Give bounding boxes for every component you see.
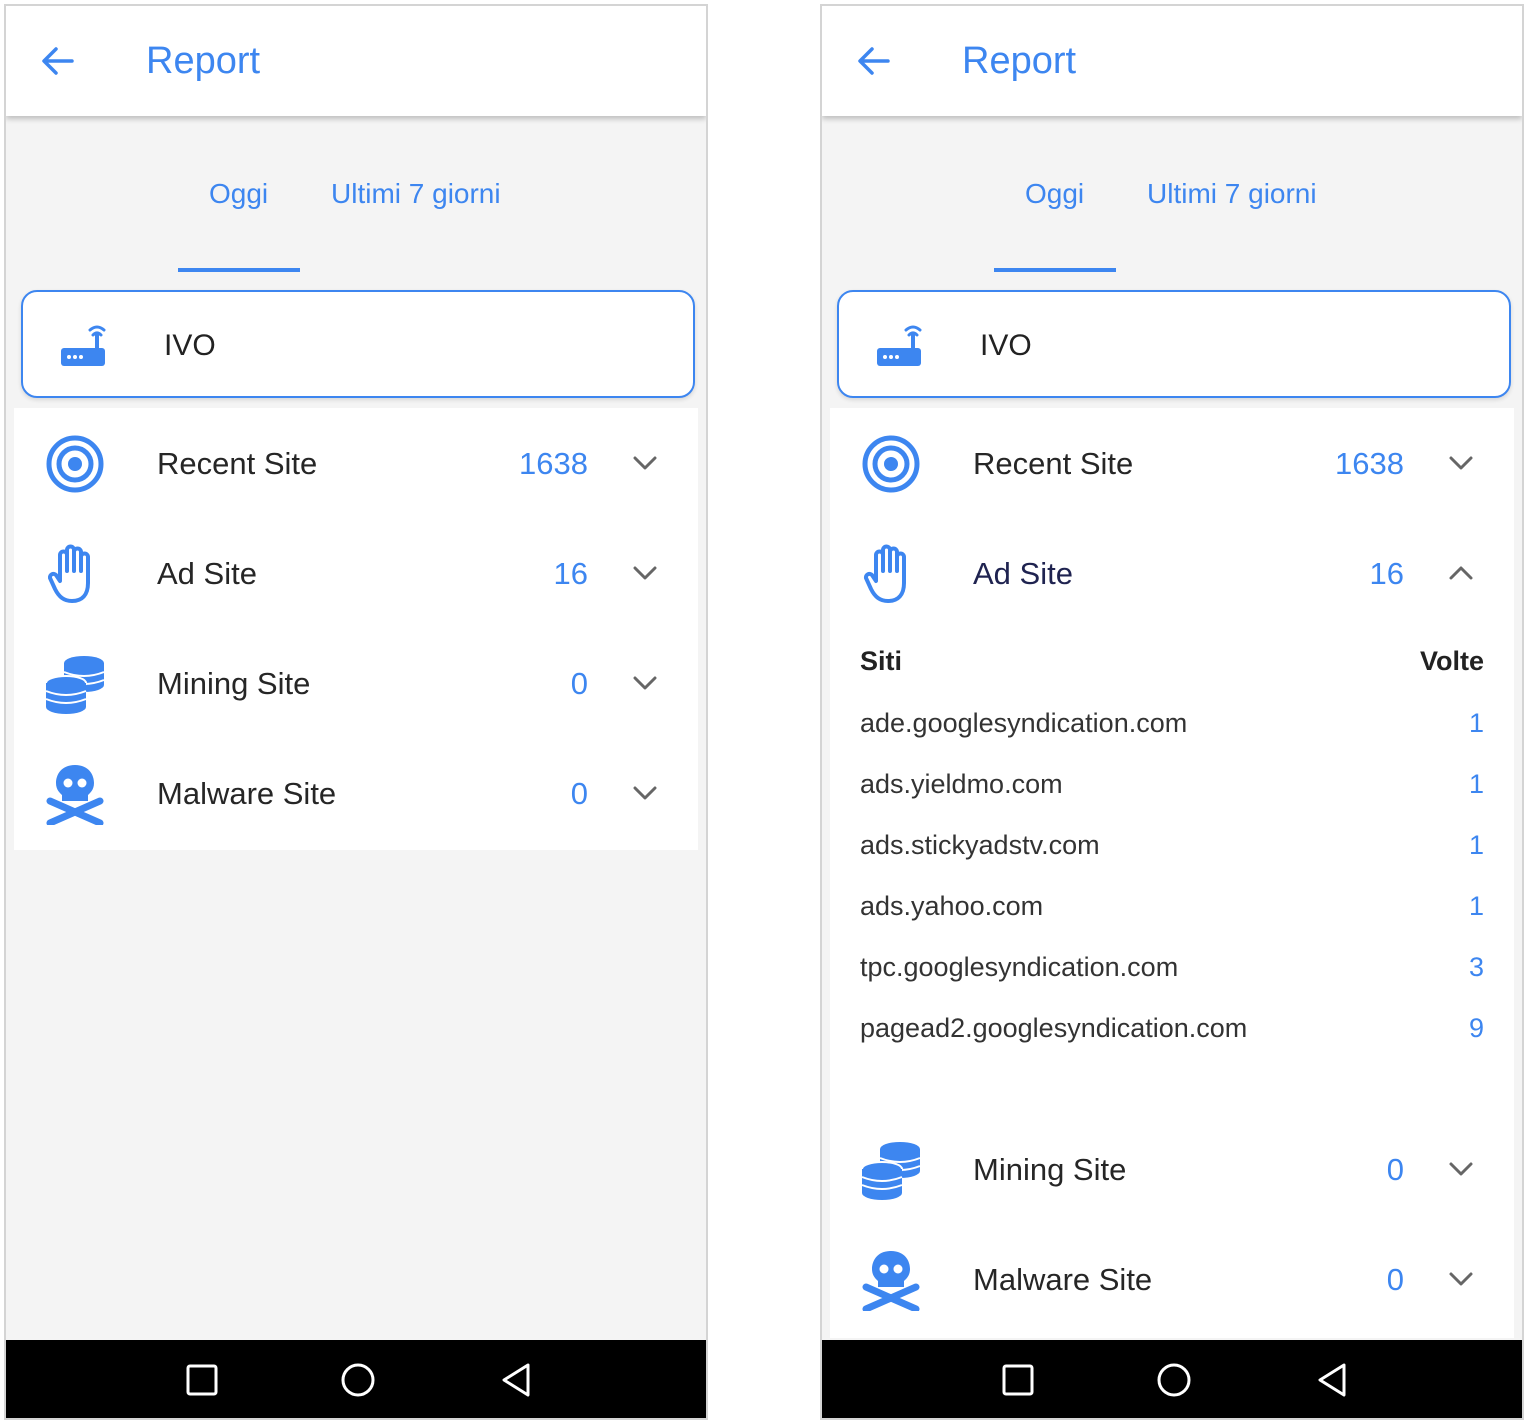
device-name: IVO bbox=[980, 329, 1032, 362]
skull-icon bbox=[46, 765, 104, 825]
chevron-down-icon[interactable] bbox=[1448, 452, 1474, 474]
device-name: IVO bbox=[164, 329, 216, 362]
hand-icon bbox=[48, 544, 90, 603]
tab-indicator bbox=[994, 268, 1116, 272]
category-row-mining-site[interactable]: Mining Site 0 bbox=[14, 628, 698, 738]
site-row: ads.yieldmo.com 1 bbox=[860, 769, 1484, 809]
ad-site-detail: Siti Volte ade.googlesyndication.com 1 a… bbox=[830, 628, 1514, 1114]
category-label: Malware Site bbox=[157, 776, 337, 811]
recents-square-icon[interactable] bbox=[184, 1362, 220, 1398]
back-triangle-icon[interactable] bbox=[1314, 1362, 1350, 1398]
category-list: Recent Site 1638 Ad Site 16 Siti Volte a… bbox=[830, 408, 1514, 1338]
tab-bar: Oggi Ultimi 7 giorni bbox=[6, 116, 706, 276]
category-count: 0 bbox=[570, 666, 588, 701]
target-icon bbox=[46, 435, 104, 493]
category-count: 1638 bbox=[1335, 446, 1404, 481]
recents-square-icon[interactable] bbox=[1000, 1362, 1036, 1398]
coins-icon bbox=[861, 1142, 921, 1200]
phone-screen-left: Report Oggi Ultimi 7 giorni IVO Recent S… bbox=[4, 4, 708, 1420]
skull-icon bbox=[862, 1251, 920, 1311]
chevron-down-icon[interactable] bbox=[632, 672, 658, 694]
category-label: Ad Site bbox=[157, 556, 257, 591]
tab-oggi[interactable]: Oggi bbox=[1025, 178, 1084, 210]
category-list: Recent Site 1638 Ad Site 16 Mining Site … bbox=[14, 408, 698, 850]
device-card[interactable]: IVO bbox=[21, 290, 695, 398]
category-row-mining-site[interactable]: Mining Site 0 bbox=[830, 1114, 1514, 1224]
router-icon bbox=[877, 325, 922, 366]
column-header-sites: Siti bbox=[860, 646, 903, 676]
site-count: 9 bbox=[1468, 1013, 1484, 1043]
chevron-up-icon[interactable] bbox=[1448, 562, 1474, 584]
tab-indicator bbox=[178, 268, 300, 272]
category-count: 16 bbox=[553, 556, 588, 591]
category-count: 1638 bbox=[519, 446, 588, 481]
category-row-ad-site[interactable]: Ad Site 16 bbox=[14, 518, 698, 628]
site-count: 3 bbox=[1468, 952, 1484, 982]
category-label: Recent Site bbox=[157, 446, 318, 481]
category-count: 0 bbox=[1386, 1152, 1404, 1187]
category-label: Mining Site bbox=[973, 1152, 1127, 1187]
site-count: 1 bbox=[1468, 830, 1484, 860]
tab-ultimi-7-giorni[interactable]: Ultimi 7 giorni bbox=[331, 178, 501, 210]
chevron-down-icon[interactable] bbox=[1448, 1268, 1474, 1290]
category-count: 16 bbox=[1369, 556, 1404, 591]
arrow-left-icon[interactable] bbox=[852, 39, 896, 83]
phone-screen-right: Report Oggi Ultimi 7 giorni IVO Recent S… bbox=[820, 4, 1524, 1420]
chevron-down-icon[interactable] bbox=[632, 562, 658, 584]
site-count: 1 bbox=[1468, 769, 1484, 799]
chevron-down-icon[interactable] bbox=[632, 452, 658, 474]
category-count: 0 bbox=[1386, 1262, 1404, 1297]
category-row-ad-site[interactable]: Ad Site 16 bbox=[830, 518, 1514, 628]
arrow-left-icon[interactable] bbox=[36, 39, 80, 83]
site-row: tpc.googlesyndication.com 3 bbox=[860, 952, 1484, 992]
category-row-recent-site[interactable]: Recent Site 1638 bbox=[830, 408, 1514, 518]
category-row-recent-site[interactable]: Recent Site 1638 bbox=[14, 408, 698, 518]
site-name: ads.yieldmo.com bbox=[860, 769, 1063, 799]
category-label: Malware Site bbox=[973, 1262, 1153, 1297]
site-name: pagead2.googlesyndication.com bbox=[860, 1013, 1248, 1043]
page-title: Report bbox=[146, 40, 261, 82]
system-nav-bar bbox=[822, 1340, 1522, 1418]
hand-icon bbox=[864, 544, 906, 603]
site-row: ads.stickyadstv.com 1 bbox=[860, 830, 1484, 870]
page-title: Report bbox=[962, 40, 1077, 82]
home-circle-icon[interactable] bbox=[340, 1362, 376, 1398]
app-bar: Report bbox=[822, 6, 1522, 116]
category-row-malware-site[interactable]: Malware Site 0 bbox=[14, 738, 698, 848]
tab-oggi[interactable]: Oggi bbox=[209, 178, 268, 210]
app-bar: Report bbox=[6, 6, 706, 116]
device-card[interactable]: IVO bbox=[837, 290, 1511, 398]
tab-ultimi-7-giorni[interactable]: Ultimi 7 giorni bbox=[1147, 178, 1317, 210]
site-row: ads.yahoo.com 1 bbox=[860, 891, 1484, 931]
chevron-down-icon[interactable] bbox=[632, 782, 658, 804]
category-label: Mining Site bbox=[157, 666, 311, 701]
site-row: ade.googlesyndication.com 1 bbox=[860, 708, 1484, 748]
site-count: 1 bbox=[1468, 708, 1484, 738]
site-row: pagead2.googlesyndication.com 9 bbox=[860, 1013, 1484, 1053]
detail-header: Siti Volte bbox=[860, 646, 1484, 686]
chevron-down-icon[interactable] bbox=[1448, 1158, 1474, 1180]
category-row-malware-site[interactable]: Malware Site 0 bbox=[830, 1224, 1514, 1334]
site-count: 1 bbox=[1468, 891, 1484, 921]
tab-bar: Oggi Ultimi 7 giorni bbox=[822, 116, 1522, 276]
category-count: 0 bbox=[570, 776, 588, 811]
category-label: Recent Site bbox=[973, 446, 1134, 481]
coins-icon bbox=[45, 656, 105, 714]
site-name: ads.yahoo.com bbox=[860, 891, 1044, 921]
site-name: ads.stickyadstv.com bbox=[860, 830, 1100, 860]
target-icon bbox=[862, 435, 920, 493]
category-label: Ad Site bbox=[973, 556, 1073, 591]
system-nav-bar bbox=[6, 1340, 706, 1418]
site-name: tpc.googlesyndication.com bbox=[860, 952, 1179, 982]
router-icon bbox=[61, 325, 106, 366]
back-triangle-icon[interactable] bbox=[498, 1362, 534, 1398]
home-circle-icon[interactable] bbox=[1156, 1362, 1192, 1398]
column-header-times: Volte bbox=[1419, 646, 1484, 676]
site-name: ade.googlesyndication.com bbox=[860, 708, 1188, 738]
